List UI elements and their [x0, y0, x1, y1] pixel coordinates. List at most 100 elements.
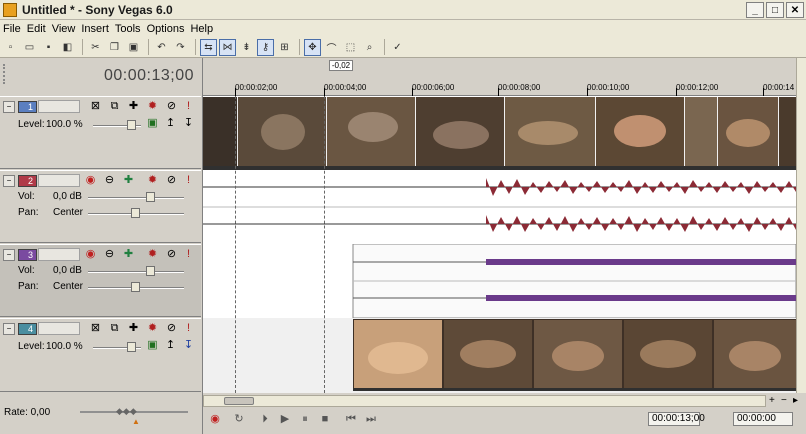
save-icon[interactable]: ▪ — [40, 39, 57, 56]
composite-mode-icon[interactable]: ▣ — [146, 339, 159, 352]
solo-icon[interactable]: ! — [182, 322, 195, 335]
track-motion-icon[interactable]: ⧉ — [108, 322, 121, 335]
pause-icon[interactable]: ⏸ — [297, 411, 313, 427]
volume-slider[interactable] — [88, 266, 184, 276]
invert-phase-icon[interactable]: ⊖ — [103, 248, 116, 261]
cut-icon[interactable]: ✂ — [87, 39, 104, 56]
zoom-tool-icon[interactable]: ⌕ — [361, 39, 378, 56]
go-to-start-icon[interactable]: ⏮ — [343, 411, 359, 427]
close-button[interactable]: ✕ — [786, 2, 804, 18]
maximize-button[interactable]: □ — [766, 2, 784, 18]
menu-help[interactable]: Help — [190, 23, 219, 35]
menu-edit[interactable]: Edit — [27, 23, 52, 35]
playback-rate-slider[interactable]: ◆◆◆ ▲ — [80, 406, 188, 426]
audio-event-2[interactable] — [203, 170, 796, 244]
pan-slider[interactable] — [88, 208, 184, 218]
scroll-right-icon[interactable]: ▸ — [793, 395, 798, 406]
zoom-out-icon[interactable]: − — [781, 395, 787, 406]
mute-icon[interactable]: ⊘ — [165, 174, 178, 187]
collapse-icon[interactable]: − — [3, 323, 15, 335]
play-icon[interactable]: ▶ — [277, 411, 293, 427]
pan-slider[interactable] — [88, 282, 184, 292]
video-event-1[interactable] — [203, 97, 796, 170]
whats-this-help-icon[interactable]: ✓ — [389, 39, 406, 56]
envelope-tool-icon[interactable]: ⌒ — [323, 39, 340, 56]
menu-options[interactable]: Options — [147, 23, 191, 35]
marker-label[interactable]: -0,02 — [329, 60, 353, 71]
menu-file[interactable]: File — [3, 23, 27, 35]
track-fx-icon[interactable]: ✹ — [146, 174, 159, 187]
snapping-icon[interactable]: ⇆ — [200, 38, 217, 56]
horizontal-scrollbar[interactable] — [203, 395, 766, 407]
lock-envelopes-icon[interactable]: ⚷ — [257, 38, 274, 56]
selection-tool-icon[interactable]: ⬚ — [342, 39, 359, 56]
solo-icon[interactable]: ! — [182, 248, 195, 261]
auto-crossfade-icon[interactable]: ⋈ — [219, 38, 236, 56]
timeline-area[interactable]: -0,02 00:00:02;00 00:00:04;00 00:00:06;0… — [203, 58, 796, 393]
zoom-in-icon[interactable]: + — [769, 395, 775, 406]
invert-phase-icon[interactable]: ⊖ — [103, 174, 116, 187]
ripple-edit-icon[interactable]: ⇟ — [238, 39, 255, 56]
track-name-field[interactable] — [38, 174, 80, 187]
collapse-icon[interactable]: − — [3, 175, 15, 187]
track-name-field[interactable] — [38, 322, 80, 335]
collapse-icon[interactable]: − — [3, 249, 15, 261]
arm-record-icon[interactable]: ◉ — [84, 248, 97, 261]
child-down-icon[interactable]: ↧ — [182, 117, 195, 130]
track-header-3[interactable]: − 3 ◉ ⊖ ✚ ✹ ⊘ ! Vol: 0,0 dB Pan: Center — [0, 244, 201, 317]
record-icon[interactable]: ◉ — [207, 411, 223, 427]
rate-handle-icon[interactable]: ◆◆◆ — [116, 406, 137, 417]
audio-track-fx-icon[interactable]: ✚ — [122, 248, 135, 261]
render-icon[interactable]: ◧ — [59, 39, 76, 56]
open-folder-icon[interactable]: ▭ — [21, 39, 38, 56]
volume-slider[interactable] — [88, 192, 184, 202]
level-slider[interactable] — [93, 342, 141, 352]
mute-icon[interactable]: ⊘ — [165, 322, 178, 335]
track-fx-icon[interactable]: ✹ — [146, 100, 159, 113]
compositing-icon[interactable]: ✚ — [127, 322, 140, 335]
mute-icon[interactable]: ⊘ — [165, 248, 178, 261]
stop-icon[interactable]: ■ — [317, 411, 333, 427]
play-from-start-icon[interactable]: ⏵ — [257, 411, 273, 427]
track-header-4[interactable]: − 4 ⊠ ⧉ ✚ ✹ ⊘ ! Level: 100.0 % ▣ ↥ ↧ — [0, 318, 201, 392]
copy-icon[interactable]: ❐ — [106, 39, 123, 56]
ignore-grouping-icon[interactable]: ⊞ — [276, 39, 293, 56]
composite-mode-icon[interactable]: ▣ — [146, 117, 159, 130]
collapse-icon[interactable]: − — [3, 101, 15, 113]
menu-insert[interactable]: Insert — [81, 23, 115, 35]
audio-event-3[interactable] — [203, 243, 796, 319]
new-file-icon[interactable]: ▫ — [2, 39, 19, 56]
solo-icon[interactable]: ! — [182, 100, 195, 113]
go-to-end-icon[interactable]: ⏭ — [363, 411, 379, 427]
normal-edit-tool-icon[interactable]: ✥ — [304, 38, 321, 56]
panel-grip[interactable] — [3, 64, 6, 84]
mute-icon[interactable]: ⊘ — [165, 100, 178, 113]
child-down-icon[interactable]: ↧ — [182, 339, 195, 352]
arm-record-icon[interactable]: ◉ — [84, 174, 97, 187]
vertical-scrollbar[interactable] — [796, 58, 806, 393]
motion-blur-icon[interactable]: ⊠ — [89, 322, 102, 335]
level-slider[interactable] — [93, 120, 141, 130]
track-fx-icon[interactable]: ✹ — [146, 248, 159, 261]
track-header-1[interactable]: − 1 ⊠ ⧉ ✚ ✹ ⊘ ! Level: 100.0 % ▣ ↥ ↧ — [0, 96, 201, 169]
audio-lane-3[interactable] — [203, 243, 796, 319]
video-lane-4[interactable] — [203, 318, 796, 393]
redo-icon[interactable]: ↷ — [172, 39, 189, 56]
compositing-icon[interactable]: ✚ — [127, 100, 140, 113]
video-event-4[interactable] — [203, 318, 796, 393]
scroll-thumb[interactable] — [224, 397, 254, 405]
minimize-button[interactable]: _ — [746, 2, 764, 18]
paste-icon[interactable]: ▣ — [125, 39, 142, 56]
menu-view[interactable]: View — [52, 23, 82, 35]
menu-tools[interactable]: Tools — [115, 23, 147, 35]
video-lane-1[interactable] — [203, 97, 796, 170]
track-motion-icon[interactable]: ⧉ — [108, 100, 121, 113]
track-header-2[interactable]: − 2 ◉ ⊖ ✚ ✹ ⊘ ! Vol: 0,0 dB Pan: Center — [0, 170, 201, 243]
undo-icon[interactable]: ↶ — [153, 39, 170, 56]
motion-blur-icon[interactable]: ⊠ — [89, 100, 102, 113]
audio-track-fx-icon[interactable]: ✚ — [122, 174, 135, 187]
solo-icon[interactable]: ! — [182, 174, 195, 187]
parent-up-icon[interactable]: ↥ — [164, 117, 177, 130]
track-name-field[interactable] — [38, 100, 80, 113]
parent-up-icon[interactable]: ↥ — [164, 339, 177, 352]
